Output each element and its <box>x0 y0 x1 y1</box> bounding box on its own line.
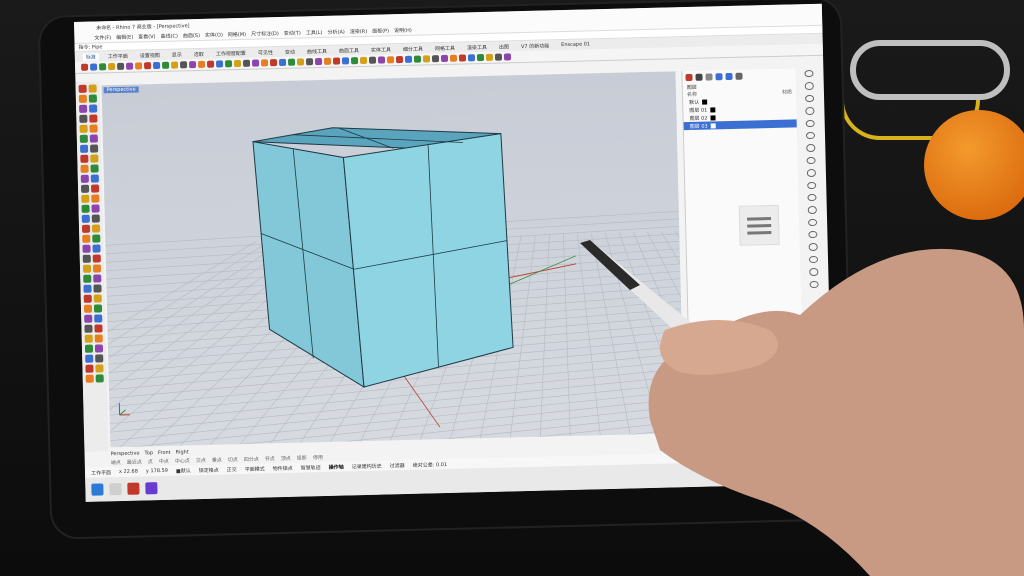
stylus-tip <box>580 240 640 290</box>
hand <box>648 248 1024 576</box>
hand-and-pen <box>580 240 1024 576</box>
